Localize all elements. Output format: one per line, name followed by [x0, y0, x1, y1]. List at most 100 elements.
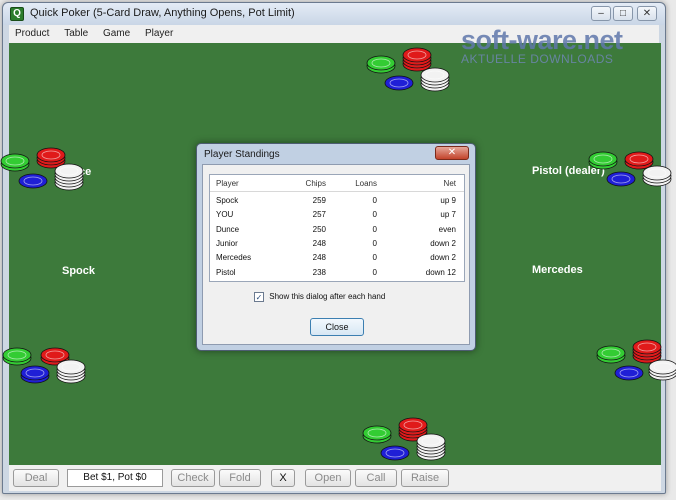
minimize-icon: – — [598, 8, 604, 19]
player-label-spock: Spock — [62, 265, 96, 277]
cell-player: Pistol — [216, 267, 236, 277]
window-title: Quick Poker (5-Card Draw, Anything Opens… — [30, 7, 295, 19]
chip-stack-right-bottom — [596, 339, 676, 381]
cell-loans: 0 — [372, 253, 377, 263]
col-chips[interactable]: Chips — [306, 179, 326, 188]
close-icon: ✕ — [642, 8, 652, 19]
chip — [20, 365, 50, 381]
cell-net: up 7 — [440, 210, 456, 220]
chip — [632, 339, 662, 355]
fold-button[interactable]: Fold — [219, 469, 261, 487]
chip-stack-left-top — [0, 147, 84, 191]
call-button[interactable]: Call — [355, 469, 397, 487]
player-label-mercedes: Mercedes — [532, 264, 583, 276]
chip — [416, 433, 446, 449]
minimize-button[interactable]: – — [591, 6, 611, 21]
chip — [380, 445, 410, 461]
dialog-title: Player Standings — [204, 149, 280, 160]
chip-stack-right-top — [588, 151, 672, 187]
table-row[interactable]: Junior 248 0 down 2 — [210, 238, 464, 252]
dialog-close-x-button[interactable]: ✕ — [435, 146, 469, 160]
cell-chips: 248 — [312, 253, 326, 263]
cell-player: Spock — [216, 196, 239, 205]
show-dialog-checkbox[interactable]: ✓ — [254, 292, 264, 302]
maximize-icon: □ — [619, 8, 627, 19]
chip — [54, 163, 84, 179]
cell-chips: 248 — [312, 238, 326, 248]
table-row[interactable]: Mercedes 248 0 down 2 — [210, 252, 464, 266]
chip — [366, 55, 396, 71]
cell-player: Junior — [216, 238, 238, 248]
cell-player: Dunce — [216, 224, 240, 234]
chip — [596, 345, 626, 361]
menu-game[interactable]: Game — [97, 25, 136, 39]
x-button[interactable]: X — [271, 469, 295, 487]
chip — [36, 147, 66, 163]
col-net[interactable]: Net — [444, 179, 456, 188]
table-row[interactable]: Dunce 250 0 even — [210, 224, 464, 238]
table-row[interactable]: Spock 259 0 up 9 — [210, 195, 464, 209]
menu-player[interactable]: Player — [139, 25, 179, 39]
table-row[interactable]: Pistol 238 0 down 12 — [210, 267, 464, 281]
watermark-sub: AKTUELLE DOWNLOADS — [461, 52, 614, 66]
check-button[interactable]: Check — [171, 469, 215, 487]
chip — [402, 47, 432, 63]
cell-net: even — [438, 224, 456, 234]
chip — [588, 151, 618, 167]
chip — [624, 151, 654, 167]
cell-loans: 0 — [372, 224, 377, 234]
close-button[interactable]: Close — [310, 318, 364, 336]
cell-net: down 12 — [425, 267, 456, 277]
chip — [2, 347, 32, 363]
maximize-button[interactable]: □ — [613, 6, 633, 21]
cell-net: down 2 — [430, 253, 456, 263]
chip — [18, 173, 48, 189]
cell-loans: 0 — [372, 267, 377, 277]
cell-net: down 2 — [430, 238, 456, 248]
chip — [384, 75, 414, 91]
close-icon: ✕ — [447, 147, 457, 158]
chip — [362, 425, 392, 441]
cell-chips: 238 — [312, 267, 326, 277]
cell-net: up 9 — [440, 196, 456, 205]
cell-chips: 250 — [312, 224, 326, 234]
action-bar: Deal Bet $1, Pot $0 Check Fold X Open Ca… — [9, 465, 661, 491]
standings-header: Player Chips Loans Net — [210, 175, 464, 192]
show-dialog-checkbox-label: Show this dialog after each hand — [269, 292, 386, 302]
watermark-logo: soft-ware.net AKTUELLE DOWNLOADS — [461, 25, 623, 66]
cell-player: Mercedes — [216, 253, 252, 263]
close-window-button[interactable]: ✕ — [637, 6, 657, 21]
table-row[interactable]: YOU 257 0 up 7 — [210, 209, 464, 223]
chip — [606, 171, 636, 187]
chip — [56, 359, 86, 375]
cell-chips: 257 — [312, 210, 326, 220]
cell-loans: 0 — [372, 238, 377, 248]
standings-list[interactable]: Player Chips Loans Net Spock 259 0 up 9 YOU 2… — [209, 174, 465, 282]
chip-stack-left-bottom — [2, 347, 86, 384]
deal-button[interactable]: Deal — [13, 469, 59, 487]
col-loans[interactable]: Loans — [355, 179, 377, 188]
poker-app-icon: Q — [10, 7, 24, 21]
raise-button[interactable]: Raise — [401, 469, 449, 487]
chip-stack-top — [366, 47, 450, 92]
menu-product[interactable]: Product — [9, 25, 55, 39]
cell-loans: 0 — [372, 210, 377, 220]
chip — [420, 67, 450, 83]
chip — [398, 417, 428, 433]
bet-status-field: Bet $1, Pot $0 — [67, 469, 163, 487]
menu-table[interactable]: Table — [58, 25, 94, 39]
chip — [40, 347, 70, 363]
chip — [614, 365, 644, 381]
cell-loans: 0 — [372, 196, 377, 205]
chip-stack-bottom — [362, 417, 446, 461]
cell-chips: 259 — [312, 196, 326, 205]
cell-player: YOU — [216, 210, 234, 220]
chip — [642, 165, 672, 181]
dialog-body: Player Chips Loans Net Spock 259 0 up 9 YOU 2… — [202, 164, 470, 345]
chip — [0, 153, 30, 169]
col-player[interactable]: Player — [216, 179, 239, 188]
player-standings-dialog: Player Standings ✕ Player Chips Loans Ne… — [196, 143, 476, 351]
title-bar[interactable]: Q Quick Poker (5-Card Draw, Anything Ope… — [3, 3, 665, 25]
show-dialog-checkbox-row[interactable]: ✓ Show this dialog after each hand — [254, 292, 385, 306]
open-button[interactable]: Open — [305, 469, 351, 487]
